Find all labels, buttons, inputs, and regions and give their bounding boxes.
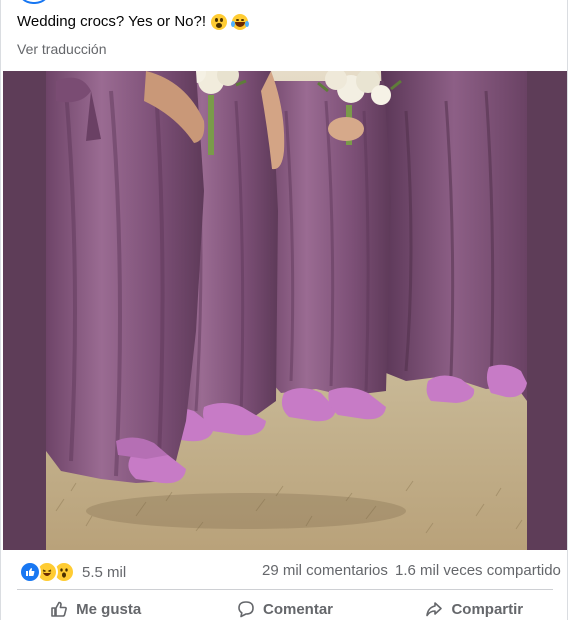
- comment-button-label: Comentar: [262, 600, 333, 618]
- facebook-post: Wedding crocs? Yes or No?! Ver traducció…: [0, 0, 568, 620]
- reactions-summary[interactable]: 5.5 mil: [19, 561, 126, 583]
- like-button-label: Me gusta: [76, 600, 142, 618]
- share-button-label: Compartir: [451, 600, 524, 618]
- post-stats: 5.5 mil 29 mil comentarios 1.6 mil veces…: [1, 553, 568, 589]
- bridesmaids-photo: [46, 71, 527, 550]
- grimacing-face-icon: [211, 14, 228, 30]
- crying-laughing-face-icon: [231, 14, 250, 30]
- thumbs-up-icon: [50, 600, 68, 618]
- post-image[interactable]: [3, 71, 567, 550]
- divider: [17, 589, 553, 590]
- post-text: Wedding crocs? Yes or No?!: [17, 12, 250, 32]
- reactions-count: 5.5 mil: [82, 563, 127, 581]
- see-translation-link[interactable]: Ver traducción: [17, 41, 107, 57]
- comments-count-link[interactable]: 29 mil comentarios: [262, 562, 388, 579]
- avatar[interactable]: [17, 0, 51, 4]
- post-caption: Wedding crocs? Yes or No?!: [17, 13, 207, 30]
- like-reaction-icon: [19, 561, 41, 583]
- speech-bubble-icon: [237, 600, 255, 618]
- share-arrow-icon: [425, 600, 443, 618]
- shares-count-link[interactable]: 1.6 mil veces compartido: [395, 562, 561, 579]
